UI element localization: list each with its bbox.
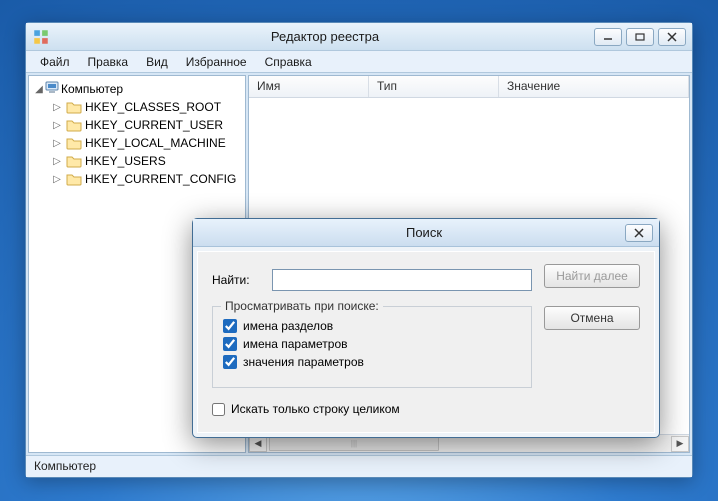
whole-string-row: Искать только строку целиком [212, 398, 640, 420]
check-keys-row: имена разделов [223, 319, 521, 333]
tree-item[interactable]: ▷ HKEY_CURRENT_CONFIG [31, 170, 243, 188]
expander-closed-icon[interactable]: ▷ [51, 102, 63, 113]
check-keys[interactable] [223, 319, 237, 333]
check-data-label: значения параметров [243, 355, 364, 369]
statusbar: Компьютер [26, 455, 692, 477]
check-whole[interactable] [212, 403, 225, 416]
tree-root[interactable]: ◢ Компьютер [31, 80, 243, 98]
tree-item-label: HKEY_USERS [85, 154, 166, 168]
check-data[interactable] [223, 355, 237, 369]
maximize-button[interactable] [626, 28, 654, 46]
dialog-titlebar[interactable]: Поиск [193, 219, 659, 247]
folder-icon [66, 100, 82, 114]
check-whole-label: Искать только строку целиком [231, 402, 400, 416]
cancel-button[interactable]: Отмена [544, 306, 640, 330]
find-label: Найти: [212, 273, 262, 287]
tree-item-label: HKEY_CLASSES_ROOT [85, 100, 221, 114]
tree-item[interactable]: ▷ HKEY_USERS [31, 152, 243, 170]
window-controls [594, 28, 686, 46]
close-button[interactable] [658, 28, 686, 46]
menu-edit[interactable]: Правка [80, 53, 137, 71]
find-input[interactable] [272, 269, 532, 291]
menu-favorites[interactable]: Избранное [178, 53, 255, 71]
regedit-icon [32, 29, 50, 45]
expander-closed-icon[interactable]: ▷ [51, 138, 63, 149]
folder-icon [66, 118, 82, 132]
menu-file[interactable]: Файл [32, 53, 78, 71]
tree-root-label: Компьютер [61, 82, 123, 96]
expander-closed-icon[interactable]: ▷ [51, 120, 63, 131]
main-titlebar[interactable]: Редактор реестра [26, 23, 692, 51]
column-headers: Имя Тип Значение [249, 76, 689, 98]
expander-open-icon[interactable]: ◢ [33, 84, 45, 95]
folder-icon [66, 172, 82, 186]
tree-item[interactable]: ▷ HKEY_CURRENT_USER [31, 116, 243, 134]
check-values-label: имена параметров [243, 337, 348, 351]
statusbar-text: Компьютер [34, 459, 96, 473]
column-type[interactable]: Тип [369, 76, 499, 97]
scroll-right-icon[interactable]: ▶ [671, 436, 689, 452]
tree-item[interactable]: ▷ HKEY_CLASSES_ROOT [31, 98, 243, 116]
check-data-row: значения параметров [223, 355, 521, 369]
minimize-button[interactable] [594, 28, 622, 46]
dialog-body: Найти: Найти далее Просматривать при пои… [197, 251, 655, 433]
folder-icon [66, 154, 82, 168]
find-dialog: Поиск Найти: Найти далее Просматривать п… [192, 218, 660, 438]
tree-item-label: HKEY_CURRENT_USER [85, 118, 223, 132]
check-values-row: имена параметров [223, 337, 521, 351]
expander-closed-icon[interactable]: ▷ [51, 174, 63, 185]
scroll-thumb[interactable]: ||| [269, 437, 439, 451]
find-row: Найти: [212, 264, 532, 296]
tree-item[interactable]: ▷ HKEY_LOCAL_MACHINE [31, 134, 243, 152]
main-title: Редактор реестра [56, 29, 594, 44]
spacer [199, 225, 217, 241]
check-values[interactable] [223, 337, 237, 351]
dialog-title: Поиск [223, 225, 625, 240]
tree-item-label: HKEY_CURRENT_CONFIG [85, 172, 236, 186]
menu-help[interactable]: Справка [257, 53, 320, 71]
check-keys-label: имена разделов [243, 319, 333, 333]
column-value[interactable]: Значение [499, 76, 689, 97]
expander-closed-icon[interactable]: ▷ [51, 156, 63, 167]
column-name[interactable]: Имя [249, 76, 369, 97]
group-title: Просматривать при поиске: [221, 299, 383, 313]
look-at-group: Просматривать при поиске: имена разделов… [212, 306, 532, 388]
menubar: Файл Правка Вид Избранное Справка [26, 51, 692, 73]
tree-item-label: HKEY_LOCAL_MACHINE [85, 136, 226, 150]
computer-icon [45, 81, 61, 98]
menu-view[interactable]: Вид [138, 53, 176, 71]
dialog-close-button[interactable] [625, 224, 653, 242]
find-next-button[interactable]: Найти далее [544, 264, 640, 288]
folder-icon [66, 136, 82, 150]
